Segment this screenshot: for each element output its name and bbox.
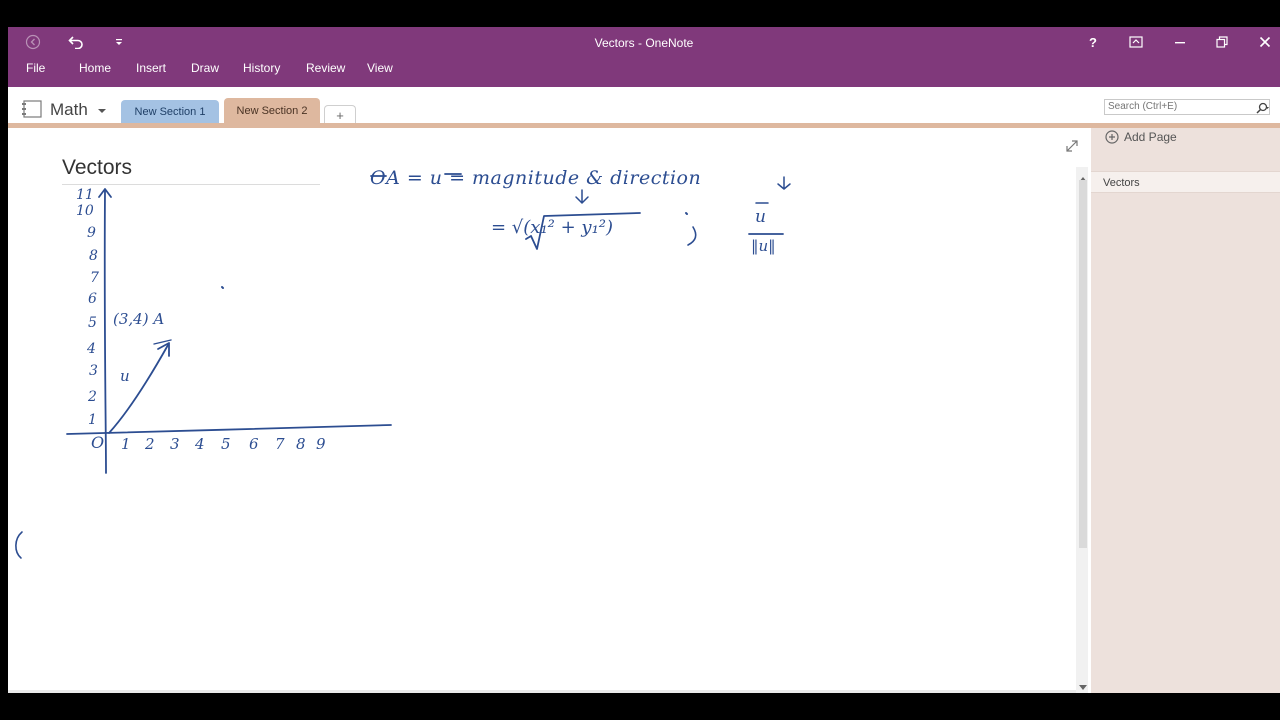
scroll-down-icon[interactable] <box>1079 678 1087 693</box>
horizontal-scrollbar[interactable] <box>8 690 1076 693</box>
ink-x-tick-6: 6 <box>249 435 259 453</box>
ink-x-tick-5: 5 <box>221 435 231 453</box>
ink-point-label: (3,4) A <box>113 310 165 328</box>
ink-x-tick-7: 7 <box>275 435 285 453</box>
ink-x-tick-9: 9 <box>316 435 326 453</box>
ink-x-tick-4: 4 <box>195 435 205 453</box>
ink-dot-2 <box>685 212 688 215</box>
ink-x-tick-8: 8 <box>296 435 306 453</box>
add-page-label: Add Page <box>1124 130 1177 144</box>
ink-vector-line <box>108 344 169 434</box>
ink-direction-denominator: ‖u‖ <box>751 237 776 255</box>
ink-y-axis <box>103 189 107 474</box>
ink-arrow-magnitude <box>575 189 589 204</box>
search-input[interactable] <box>1104 99 1270 115</box>
ribbon-display-options-icon[interactable] <box>1128 33 1144 51</box>
page-list-item[interactable]: Vectors <box>1091 171 1280 193</box>
ink-y-tick-11: 11 <box>76 187 94 203</box>
ink-y-tick-3: 3 <box>89 363 98 379</box>
ink-semicolon-tail <box>687 226 697 246</box>
minimize-icon[interactable] <box>1172 33 1188 51</box>
ink-y-tick-2: 2 <box>88 389 97 405</box>
ink-y-tick-6: 6 <box>88 291 97 307</box>
onenote-window: Vectors - OneNote ? File Home Insert Dra… <box>8 27 1280 693</box>
vertical-scroll-thumb[interactable] <box>1079 180 1087 548</box>
ink-equation-lhs: OA = u = magnitude & direction <box>370 167 702 189</box>
ink-origin-label: O <box>91 433 105 452</box>
search-icon[interactable] <box>1255 101 1269 119</box>
ink-layer <box>15 173 791 559</box>
ink-x-tick-1: 1 <box>121 435 131 453</box>
ink-y-tick-5: 5 <box>88 315 97 331</box>
ink-y-tick-10: 10 <box>76 203 94 219</box>
ink-x-tick-3: 3 <box>170 435 180 453</box>
add-page-button[interactable]: Add Page <box>1105 130 1177 144</box>
ink-y-tick-8: 8 <box>89 248 98 264</box>
close-icon[interactable] <box>1257 33 1273 51</box>
ink-y-tick-4: 4 <box>87 341 96 357</box>
ink-dot <box>221 286 224 289</box>
ink-y-tick-9: 9 <box>87 225 96 241</box>
ink-x-tick-2: 2 <box>145 435 155 453</box>
ink-vector-label: u <box>120 367 130 385</box>
ink-y-tick-1: 1 <box>88 412 97 428</box>
ink-direction-numerator: u <box>755 207 766 227</box>
ink-y-tick-7: 7 <box>90 270 99 286</box>
ink-edge-mark <box>15 531 23 559</box>
ink-magnitude-formula: = √(x₁² + y₁²) <box>491 217 614 238</box>
pages-pane <box>1091 128 1280 693</box>
plus-circle-icon <box>1105 130 1119 144</box>
restore-icon[interactable] <box>1214 33 1230 51</box>
ink-arrow-direction <box>777 176 791 190</box>
